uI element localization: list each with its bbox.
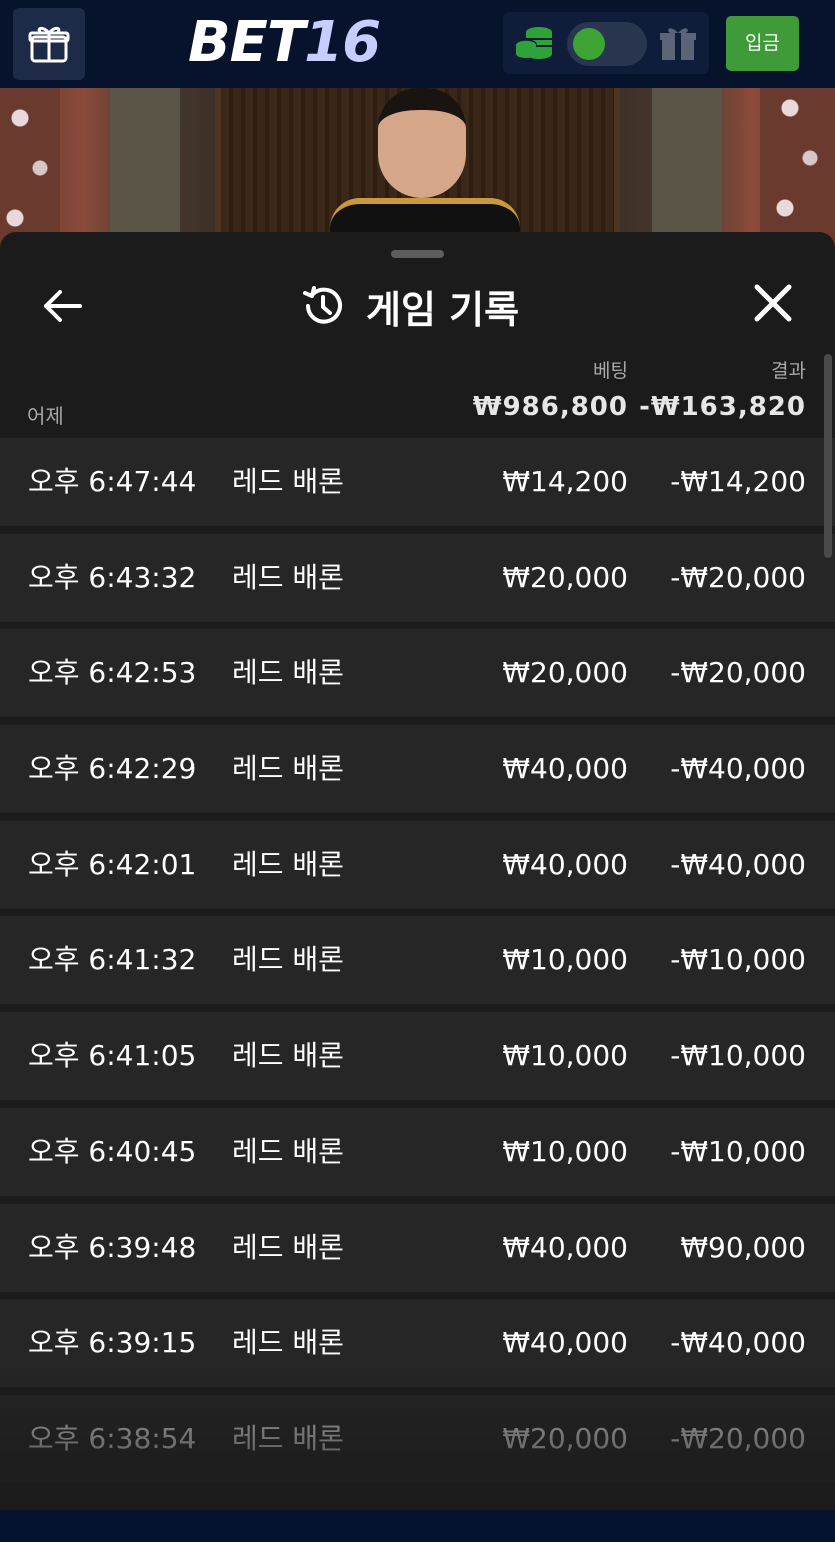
row-game: 레드 배론 (232, 1134, 344, 1168)
wallet-panel (503, 12, 709, 74)
total-bet: ₩986,800 (472, 392, 628, 422)
logo-text-main: BET (188, 10, 305, 75)
row-bet: ₩10,000 (502, 1039, 628, 1073)
history-row[interactable]: 오후 6:42:53 레드 배론 ₩20,000 -₩20,000 (0, 629, 835, 718)
row-game: 레드 배론 (232, 1421, 344, 1455)
row-time: 오후 6:42:29 (28, 752, 197, 786)
row-game: 레드 배론 (232, 560, 344, 594)
row-bet: ₩40,000 (502, 847, 628, 881)
total-result: -₩163,820 (639, 392, 806, 422)
balance-toggle[interactable] (567, 22, 647, 66)
row-game: 레드 배론 (232, 943, 344, 977)
history-row[interactable]: 오후 6:39:48 레드 배론 ₩40,000 ₩90,000 (0, 1203, 835, 1292)
history-icon (303, 286, 342, 324)
gift-box-icon[interactable] (659, 24, 697, 62)
row-bet: ₩40,000 (502, 1230, 628, 1264)
row-time: 오후 6:41:32 (28, 943, 197, 977)
row-result: -₩14,200 (670, 465, 806, 498)
history-row[interactable]: 오후 6:42:01 레드 배론 ₩40,000 -₩40,000 (0, 820, 835, 909)
game-history-sheet: 게임 기록 베팅 결과 어제 ₩986,800 -₩163,820 오후 6:4… (0, 232, 835, 1510)
row-bet: ₩20,000 (502, 656, 628, 690)
row-bet: ₩20,000 (502, 1421, 628, 1455)
row-time: 오후 6:40:45 (28, 1134, 197, 1168)
row-game: 레드 배론 (232, 465, 344, 498)
bet16-logo[interactable]: BET16 (188, 10, 381, 76)
drag-handle[interactable] (391, 250, 444, 258)
row-time: 오후 6:42:53 (28, 656, 197, 690)
day-label: 어제 (27, 404, 64, 428)
history-row[interactable]: 오후 6:38:54 레드 배론 ₩20,000 -₩20,000 (0, 1394, 835, 1483)
top-bar: BET16 입금 (0, 0, 835, 88)
dealer-head (378, 88, 466, 198)
history-row[interactable]: 오후 6:43:32 레드 배론 ₩20,000 -₩20,000 (0, 533, 835, 622)
row-result: -₩40,000 (670, 752, 806, 786)
history-row[interactable]: 오후 6:39:15 레드 배론 ₩40,000 -₩40,000 (0, 1299, 835, 1388)
row-result: -₩10,000 (670, 943, 806, 977)
history-list: 오후 6:47:44 레드 배론 ₩14,200 -₩14,200 오후 6:4… (0, 438, 835, 1491)
row-time: 오후 6:39:48 (28, 1230, 197, 1264)
row-result: -₩40,000 (670, 1326, 806, 1360)
row-bet: ₩40,000 (502, 1326, 628, 1360)
row-game: 레드 배론 (232, 1326, 344, 1360)
scrollbar[interactable] (824, 354, 832, 558)
row-result: -₩10,000 (670, 1039, 806, 1073)
row-result: -₩20,000 (670, 1421, 806, 1455)
deposit-button[interactable]: 입금 (726, 16, 799, 71)
row-time: 오후 6:38:54 (28, 1421, 197, 1455)
sheet-header: 게임 기록 (300, 276, 519, 336)
row-result: -₩10,000 (670, 1134, 806, 1168)
row-bet: ₩10,000 (502, 1134, 628, 1168)
row-time: 오후 6:41:05 (28, 1039, 197, 1073)
row-time: 오후 6:42:01 (28, 847, 197, 881)
history-row[interactable]: 오후 6:40:45 레드 배론 ₩10,000 -₩10,000 (0, 1107, 835, 1196)
row-game: 레드 배론 (232, 847, 344, 881)
logo-text-number: 16 (304, 10, 381, 75)
row-result: -₩20,000 (670, 560, 806, 594)
toggle-knob (573, 28, 605, 60)
row-time: 오후 6:39:15 (28, 1326, 197, 1360)
row-bet: ₩40,000 (502, 752, 628, 786)
history-row[interactable]: 오후 6:47:44 레드 배론 ₩14,200 -₩14,200 (0, 438, 835, 526)
row-result: -₩40,000 (670, 847, 806, 881)
history-row[interactable]: 오후 6:41:32 레드 배론 ₩10,000 -₩10,000 (0, 916, 835, 1005)
history-row[interactable]: 오후 6:42:29 레드 배론 ₩40,000 -₩40,000 (0, 725, 835, 814)
row-game: 레드 배론 (232, 1230, 344, 1264)
row-result: ₩90,000 (680, 1230, 806, 1264)
coins-icon[interactable] (515, 24, 555, 62)
row-bet: ₩10,000 (502, 943, 628, 977)
column-header-result: 결과 (771, 360, 806, 382)
row-time: 오후 6:43:32 (28, 560, 197, 594)
row-time: 오후 6:47:44 (28, 465, 197, 498)
close-icon[interactable] (750, 280, 796, 326)
row-game: 레드 배론 (232, 1039, 344, 1073)
back-arrow-icon[interactable] (40, 284, 84, 328)
row-game: 레드 배론 (232, 656, 344, 690)
page-title: 게임 기록 (366, 287, 520, 332)
gift-icon (28, 26, 70, 63)
column-header-bet: 베팅 (593, 360, 628, 382)
bottom-bar (0, 1510, 835, 1542)
promotions-button[interactable] (13, 8, 85, 80)
history-row[interactable]: 오후 6:41:05 레드 배론 ₩10,000 -₩10,000 (0, 1012, 835, 1101)
row-game: 레드 배론 (232, 752, 344, 786)
row-result: -₩20,000 (670, 656, 806, 690)
row-bet: ₩20,000 (502, 560, 628, 594)
row-bet: ₩14,200 (502, 465, 628, 498)
